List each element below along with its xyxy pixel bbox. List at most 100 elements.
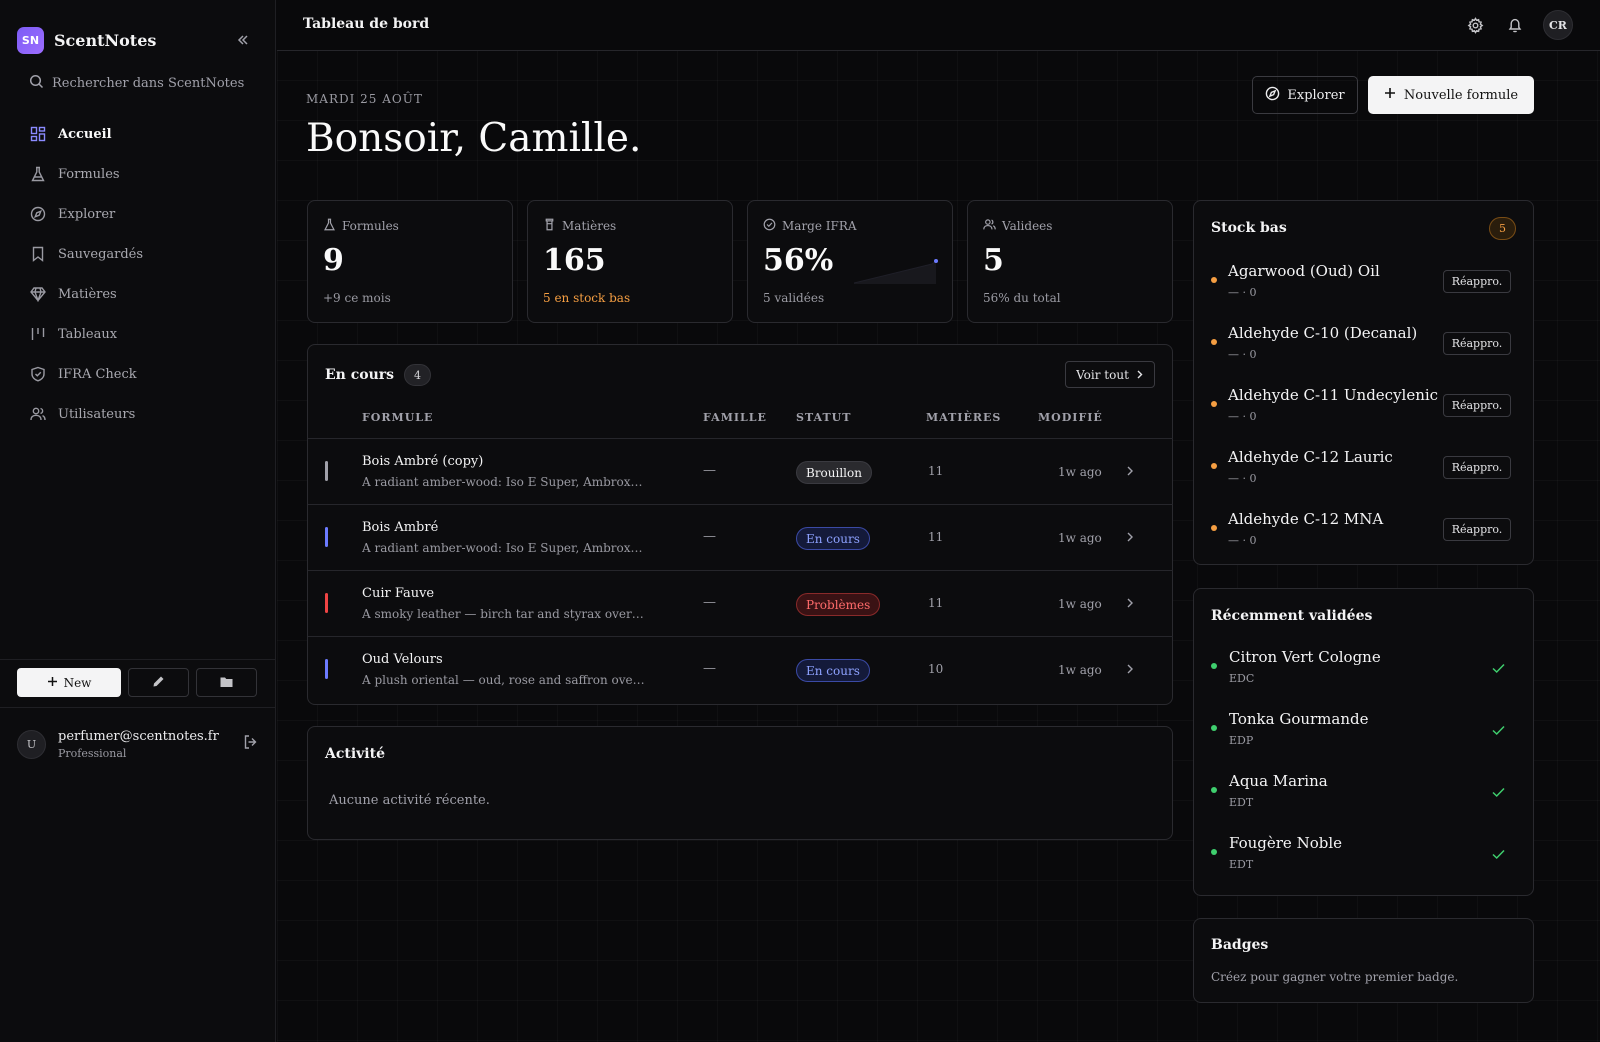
in-progress-header: En cours 4 bbox=[325, 364, 432, 386]
formula-type: EDC bbox=[1229, 672, 1255, 685]
chevron-right-icon[interactable] bbox=[1125, 528, 1135, 547]
new-button[interactable]: New bbox=[17, 668, 121, 697]
list-item[interactable]: Citron Vert Cologne EDC bbox=[1211, 642, 1511, 692]
warning-dot bbox=[1211, 463, 1217, 469]
material-stock: — · 0 bbox=[1228, 286, 1257, 299]
formula-type: EDT bbox=[1229, 796, 1254, 809]
stat-label: Validees bbox=[983, 218, 1052, 234]
plus-icon bbox=[47, 676, 58, 690]
stat-card-formules[interactable]: Formules 9 +9 ce mois bbox=[307, 200, 513, 323]
bell-icon[interactable] bbox=[1501, 11, 1529, 39]
bottle-icon bbox=[543, 218, 556, 234]
sidebar-item-accueil[interactable]: Accueil bbox=[19, 114, 257, 154]
restock-button[interactable]: Réappro. bbox=[1443, 270, 1511, 293]
check-circle-icon bbox=[763, 218, 776, 234]
sidebar-item-formules[interactable]: Formules bbox=[19, 154, 257, 194]
sidebar-item-utilisateurs[interactable]: Utilisateurs bbox=[19, 394, 257, 434]
new-formula-button[interactable]: Nouvelle formule bbox=[1368, 76, 1534, 114]
list-item[interactable]: Aldehyde C-11 Undecylenic — · 0 Réappro. bbox=[1211, 380, 1511, 430]
column-header-statut[interactable]: STATUT bbox=[796, 411, 851, 424]
plus-icon bbox=[1384, 87, 1396, 103]
formula-family: — bbox=[703, 661, 716, 676]
sidebar-divider bbox=[0, 707, 275, 708]
list-item[interactable]: Tonka Gourmande EDP bbox=[1211, 704, 1511, 754]
formula-name: Oud Velours bbox=[362, 652, 443, 667]
restock-button[interactable]: Réappro. bbox=[1443, 518, 1511, 541]
diamond-icon bbox=[29, 285, 47, 303]
explore-button[interactable]: Explorer bbox=[1252, 76, 1358, 114]
chevron-right-icon[interactable] bbox=[1125, 660, 1135, 679]
status-badge: Brouillon bbox=[796, 461, 872, 484]
sidebar-item-label: Explorer bbox=[58, 206, 116, 222]
logo-badge[interactable]: SN bbox=[17, 26, 44, 54]
section-title: Stock bas bbox=[1211, 220, 1287, 236]
formula-name: Bois Ambré (copy) bbox=[362, 454, 484, 469]
check-icon bbox=[1492, 845, 1505, 864]
warning-dot bbox=[1211, 525, 1217, 531]
chevron-right-icon[interactable] bbox=[1125, 462, 1135, 481]
columns-icon bbox=[29, 325, 47, 343]
sidebar-divider bbox=[0, 659, 275, 660]
collapse-sidebar-icon[interactable] bbox=[233, 30, 253, 50]
avatar[interactable]: U bbox=[17, 729, 46, 759]
formula-materials: 11 bbox=[928, 596, 944, 610]
column-header-formule[interactable]: FORMULE bbox=[362, 411, 433, 424]
sidebar-item-ifra-check[interactable]: IFRA Check bbox=[19, 354, 257, 394]
status-badge: Problèmes bbox=[796, 593, 881, 616]
column-header-matieres[interactable]: MATIÈRES bbox=[926, 411, 1001, 424]
formula-description: A radiant amber-wood: Iso E Super, Ambro… bbox=[362, 541, 647, 555]
material-stock: — · 0 bbox=[1228, 472, 1257, 485]
column-header-modifie[interactable]: MODIFIÉ bbox=[1038, 411, 1103, 424]
restock-button[interactable]: Réappro. bbox=[1443, 456, 1511, 479]
list-item[interactable]: Fougère Noble EDT bbox=[1211, 828, 1511, 878]
table-row[interactable]: Bois Ambré (copy) A radiant amber-wood: … bbox=[308, 438, 1173, 504]
formula-type: EDP bbox=[1229, 734, 1254, 747]
stat-card-marge-ifra[interactable]: Marge IFRA 56% 5 validées bbox=[747, 200, 953, 323]
edit-button[interactable] bbox=[128, 668, 189, 697]
sidebar-item-explorer[interactable]: Explorer bbox=[19, 194, 257, 234]
sidebar-item-tableaux[interactable]: Tableaux bbox=[19, 314, 257, 354]
restock-button[interactable]: Réappro. bbox=[1443, 332, 1511, 355]
stat-card-matieres[interactable]: Matières 165 5 en stock bas bbox=[527, 200, 733, 323]
list-item[interactable]: Aqua Marina EDT bbox=[1211, 766, 1511, 816]
pencil-icon bbox=[152, 673, 165, 692]
list-item[interactable]: Aldehyde C-12 Lauric — · 0 Réappro. bbox=[1211, 442, 1511, 492]
table-row[interactable]: Cuir Fauve A smoky leather — birch tar a… bbox=[308, 570, 1173, 636]
chevron-right-icon[interactable] bbox=[1125, 594, 1135, 613]
list-item[interactable]: Aldehyde C-10 (Decanal) — · 0 Réappro. bbox=[1211, 318, 1511, 368]
formula-name: Cuir Fauve bbox=[362, 586, 435, 601]
stat-label: Matières bbox=[543, 218, 616, 234]
table-row[interactable]: Oud Velours A plush oriental — oud, rose… bbox=[308, 636, 1173, 702]
stat-card-validees[interactable]: Validees 5 56% du total bbox=[967, 200, 1173, 323]
stat-sub: 5 validées bbox=[763, 291, 825, 305]
column-header-famille[interactable]: FAMILLE bbox=[703, 411, 767, 424]
formula-description: A radiant amber-wood: Iso E Super, Ambro… bbox=[362, 475, 647, 489]
ifra-sparkline bbox=[854, 259, 938, 284]
section-title: Activité bbox=[325, 746, 385, 762]
check-icon bbox=[1492, 721, 1505, 740]
sidebar-item-sauvegardes[interactable]: Sauvegardés bbox=[19, 234, 257, 274]
view-all-button[interactable]: Voir tout bbox=[1065, 361, 1155, 388]
sparkline-point bbox=[934, 259, 938, 263]
sidebar-item-label: Accueil bbox=[58, 126, 112, 142]
list-item[interactable]: Agarwood (Oud) Oil — · 0 Réappro. bbox=[1211, 256, 1511, 306]
sidebar-item-matieres[interactable]: Matières bbox=[19, 274, 257, 314]
view-all-label: Voir tout bbox=[1076, 367, 1129, 382]
folder-button[interactable] bbox=[196, 668, 257, 697]
list-item[interactable]: Aldehyde C-12 MNA — · 0 Réappro. bbox=[1211, 504, 1511, 554]
gear-icon[interactable] bbox=[1461, 11, 1489, 39]
restock-button[interactable]: Réappro. bbox=[1443, 394, 1511, 417]
sidebar-nav: Accueil Formules Explorer Sauvegardés Ma… bbox=[19, 114, 257, 434]
user-avatar[interactable]: CR bbox=[1543, 10, 1573, 40]
section-title: Badges bbox=[1211, 937, 1269, 953]
formula-modified: 1w ago bbox=[1058, 663, 1102, 677]
logout-icon[interactable] bbox=[243, 734, 259, 754]
sidebar-search[interactable]: Rechercher dans ScentNotes bbox=[29, 73, 259, 93]
badges-empty: Créez pour gagner votre premier badge. bbox=[1211, 970, 1459, 984]
status-badge: En cours bbox=[796, 659, 870, 682]
formula-materials: 10 bbox=[928, 662, 944, 676]
formula-family: — bbox=[703, 463, 716, 478]
folder-icon bbox=[220, 673, 233, 692]
table-row[interactable]: Bois Ambré A radiant amber-wood: Iso E S… bbox=[308, 504, 1173, 570]
status-badge: En cours bbox=[796, 527, 870, 550]
